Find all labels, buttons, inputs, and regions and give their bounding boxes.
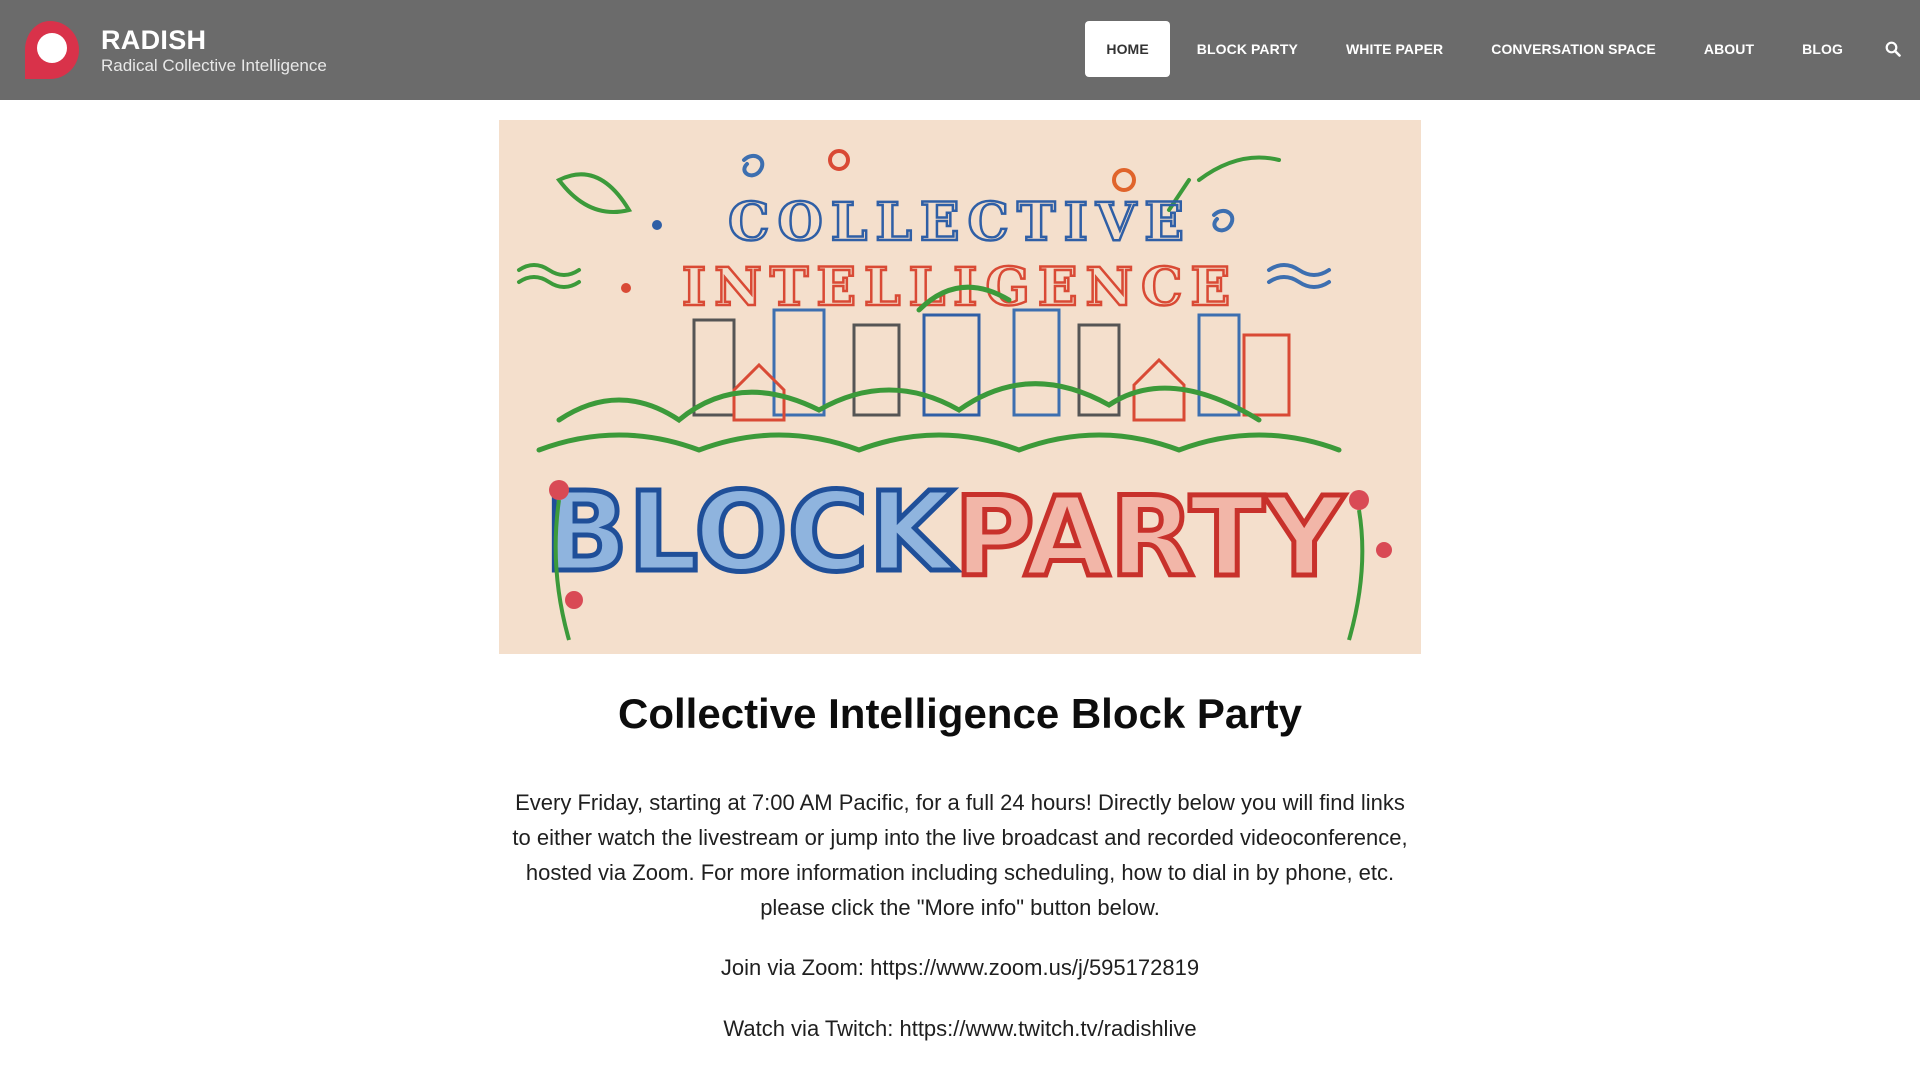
- main-nav: HOME BLOCK PARTY WHITE PAPER CONVERSATIO…: [1085, 21, 1920, 77]
- site-name: RADISH: [101, 24, 207, 55]
- hero-word-party: PARTY: [954, 473, 1345, 601]
- twitch-label: Watch via Twitch:: [723, 1016, 900, 1041]
- site-brand-link[interactable]: RADISH Radical Collective Intelligence: [19, 19, 327, 81]
- twitch-line: Watch via Twitch: https://www.twitch.tv/…: [0, 1014, 1920, 1044]
- brand-text: RADISH Radical Collective Intelligence: [101, 25, 327, 76]
- site-header: RADISH Radical Collective Intelligence H…: [0, 0, 1920, 100]
- zoom-link[interactable]: https://www.zoom.us/j/595172819: [870, 955, 1199, 980]
- page-title: Collective Intelligence Block Party: [618, 690, 1302, 737]
- search-button[interactable]: [1870, 21, 1916, 77]
- nav-item-block-party[interactable]: BLOCK PARTY: [1176, 21, 1319, 77]
- radish-logo-icon: [25, 21, 79, 79]
- hero-line-1: COLLECTIVE: [728, 192, 1192, 253]
- nav-item-about[interactable]: ABOUT: [1683, 21, 1775, 77]
- zoom-label: Join via Zoom:: [720, 955, 871, 980]
- nav-item-home[interactable]: HOME: [1085, 21, 1170, 77]
- site-tagline: Radical Collective Intelligence: [101, 55, 327, 75]
- hero-image: COLLECTIVE INTELLIGENCE BLOCK PARTY: [499, 120, 1421, 654]
- nav-item-blog[interactable]: BLOG: [1781, 21, 1864, 77]
- zoom-line: Join via Zoom: https://www.zoom.us/j/595…: [0, 953, 1920, 983]
- nav-item-conversation-space[interactable]: CONVERSATION SPACE: [1470, 21, 1677, 77]
- nav-item-white-paper[interactable]: WHITE PAPER: [1325, 21, 1464, 77]
- search-icon: [1885, 41, 1901, 57]
- twitch-link[interactable]: https://www.twitch.tv/radishlive: [899, 1016, 1196, 1041]
- hero-word-block: BLOCK: [544, 468, 957, 596]
- hero-illustration: COLLECTIVE INTELLIGENCE BLOCK PARTY: [499, 120, 1421, 654]
- intro-paragraph: Every Friday, starting at 7:00 AM Pacifi…: [512, 790, 1408, 920]
